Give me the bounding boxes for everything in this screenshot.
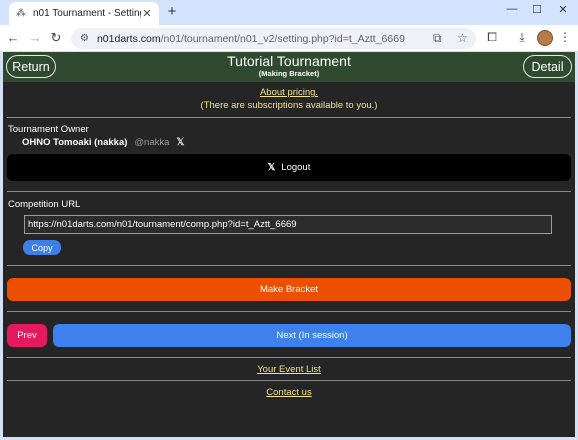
owner-label: Tournament Owner [8, 124, 89, 135]
close-window-icon[interactable]: ✕ [553, 3, 573, 16]
page-header: Return Tutorial Tournament (Making Brack… [3, 52, 575, 82]
translate-icon[interactable]: ⧉ [433, 31, 442, 46]
reload-icon[interactable]: ↻ [48, 30, 64, 46]
divider [7, 265, 571, 266]
owner-handle: @nakka [134, 137, 170, 148]
divider [7, 117, 571, 118]
new-tab-icon[interactable]: + [164, 4, 180, 20]
make-bracket-button[interactable]: Make Bracket [7, 278, 571, 301]
competition-url-label: Competition URL [8, 199, 81, 210]
url-domain: n01darts.com [96, 32, 161, 45]
url-path: /n01/tournament/n01_v2/setting.php?id=t_… [160, 32, 405, 45]
pricing-link-text[interactable]: About pricing. [260, 87, 318, 98]
back-icon[interactable]: ← [5, 30, 21, 46]
x-logo-icon: 𝕏 [176, 137, 185, 148]
tab-title: n01 Tournament - Setting [33, 8, 141, 19]
event-list-link[interactable]: Your Event List [3, 364, 575, 375]
logout-button[interactable]: 𝕏 Logout [7, 154, 571, 181]
copy-button[interactable]: Copy [23, 240, 61, 255]
prev-button[interactable]: Prev [7, 324, 47, 347]
minimize-icon[interactable]: — [502, 3, 522, 15]
site-favicon-icon: ⁂ [16, 8, 26, 19]
contact-link[interactable]: Contact us [3, 387, 575, 398]
competition-url-field[interactable]: https://n01darts.com/n01/tournament/comp… [24, 215, 552, 234]
next-button[interactable]: Next (In session) [53, 324, 571, 347]
maximize-icon[interactable]: ☐ [527, 3, 547, 16]
menu-icon[interactable]: ⋮ [557, 30, 573, 44]
divider [7, 357, 571, 358]
owner-row: OHNO Tomoaki (nakka) @nakka 𝕏 [22, 137, 184, 148]
divider [7, 380, 571, 381]
pricing-link[interactable]: About pricing. [3, 87, 575, 98]
x-logo-icon: 𝕏 [267, 162, 276, 173]
site-info-icon[interactable]: ⚙ [80, 33, 89, 44]
page-subtitle: (Making Bracket) [258, 69, 320, 78]
owner-name: OHNO Tomoaki (nakka) [22, 137, 128, 148]
divider [7, 311, 571, 312]
page-content: Return Tutorial Tournament (Making Brack… [3, 52, 575, 437]
event-list-link-text[interactable]: Your Event List [257, 364, 321, 375]
browser-tab-bar: ⁂ n01 Tournament - Setting ✕ + — ☐ ✕ [0, 0, 578, 25]
pricing-note: (There are subscriptions available to yo… [200, 100, 378, 111]
address-bar[interactable]: ⚙ n01darts.com/n01/tournament/n01_v2/set… [71, 28, 476, 49]
profile-avatar[interactable] [537, 30, 553, 46]
forward-icon[interactable]: → [27, 30, 43, 46]
browser-tab[interactable]: ⁂ n01 Tournament - Setting ✕ [9, 2, 159, 25]
detail-button[interactable]: Detail [523, 55, 572, 78]
logout-label: Logout [281, 162, 311, 173]
browser-toolbar: ← → ↻ ⚙ n01darts.com/n01/tournament/n01_… [0, 25, 578, 52]
download-icon[interactable]: ⤓ [514, 30, 530, 45]
contact-link-text[interactable]: Contact us [266, 387, 311, 398]
divider [7, 191, 571, 192]
close-tab-icon[interactable]: ✕ [141, 7, 153, 20]
extensions-icon[interactable]: ⧠ [484, 30, 500, 45]
bookmark-star-icon[interactable]: ☆ [457, 31, 468, 45]
page-title: Tutorial Tournament [227, 53, 351, 69]
